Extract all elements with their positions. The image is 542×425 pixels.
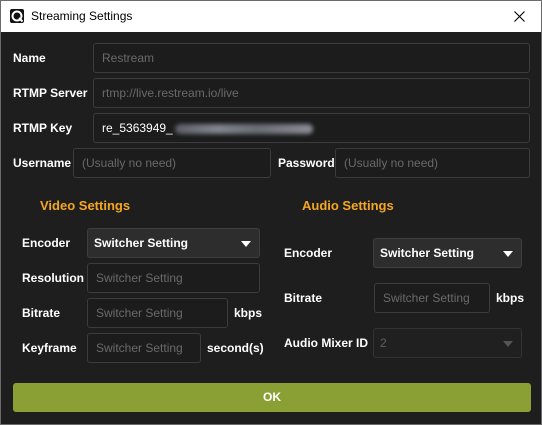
audio-mixer-label: Audio Mixer ID: [284, 336, 369, 350]
ok-button[interactable]: OK: [13, 383, 531, 412]
rtmp-key-input[interactable]: re_5363949_: [93, 113, 530, 143]
keyframe-unit: second(s): [207, 341, 264, 355]
streaming-settings-dialog: Streaming Settings Name Restream RTMP Se…: [0, 0, 542, 425]
video-bitrate-input[interactable]: Switcher Setting: [87, 298, 228, 328]
rtmp-key-label: RTMP Key: [13, 121, 73, 135]
rtmp-key-value: re_5363949_: [102, 121, 173, 135]
title-bar: Streaming Settings: [1, 1, 541, 32]
password-input[interactable]: (Usually no need): [335, 148, 530, 178]
username-input[interactable]: (Usually no need): [73, 148, 271, 178]
window-title: Streaming Settings: [31, 9, 133, 23]
redacted-key-blur: [174, 123, 313, 134]
video-encoder-select[interactable]: Switcher Setting: [87, 228, 260, 258]
chevron-down-icon: [503, 341, 513, 347]
audio-settings-heading: Audio Settings: [302, 198, 394, 213]
rtmp-server-input[interactable]: rtmp://live.restream.io/live: [93, 78, 530, 108]
app-logo-icon: [10, 9, 24, 23]
name-input[interactable]: Restream: [93, 43, 530, 73]
video-bitrate-label: Bitrate: [22, 306, 61, 320]
resolution-label: Resolution: [22, 271, 84, 285]
keyframe-input[interactable]: Switcher Setting: [87, 333, 201, 363]
chevron-down-icon: [241, 241, 251, 247]
video-settings-heading: Video Settings: [40, 198, 131, 213]
video-bitrate-unit: kbps: [234, 306, 263, 320]
audio-bitrate-label: Bitrate: [284, 291, 323, 305]
username-label: Username: [13, 156, 72, 170]
video-encoder-value: Switcher Setting: [94, 236, 189, 250]
keyframe-label: Keyframe: [22, 341, 77, 355]
close-icon: [513, 11, 525, 22]
chevron-down-icon: [503, 251, 513, 257]
audio-bitrate-unit: kbps: [496, 291, 525, 305]
audio-mixer-select[interactable]: 2: [373, 328, 522, 358]
audio-encoder-label: Encoder: [284, 246, 333, 260]
name-label: Name: [13, 51, 46, 65]
close-button[interactable]: [497, 1, 541, 32]
rtmp-server-label: RTMP Server: [13, 86, 88, 100]
resolution-input[interactable]: Switcher Setting: [87, 263, 260, 293]
audio-encoder-value: Switcher Setting: [380, 246, 475, 260]
video-encoder-label: Encoder: [22, 236, 71, 250]
password-label: Password: [278, 156, 335, 170]
audio-bitrate-input[interactable]: Switcher Setting: [374, 283, 490, 313]
audio-encoder-select[interactable]: Switcher Setting: [373, 238, 522, 268]
audio-mixer-value: 2: [380, 336, 387, 350]
